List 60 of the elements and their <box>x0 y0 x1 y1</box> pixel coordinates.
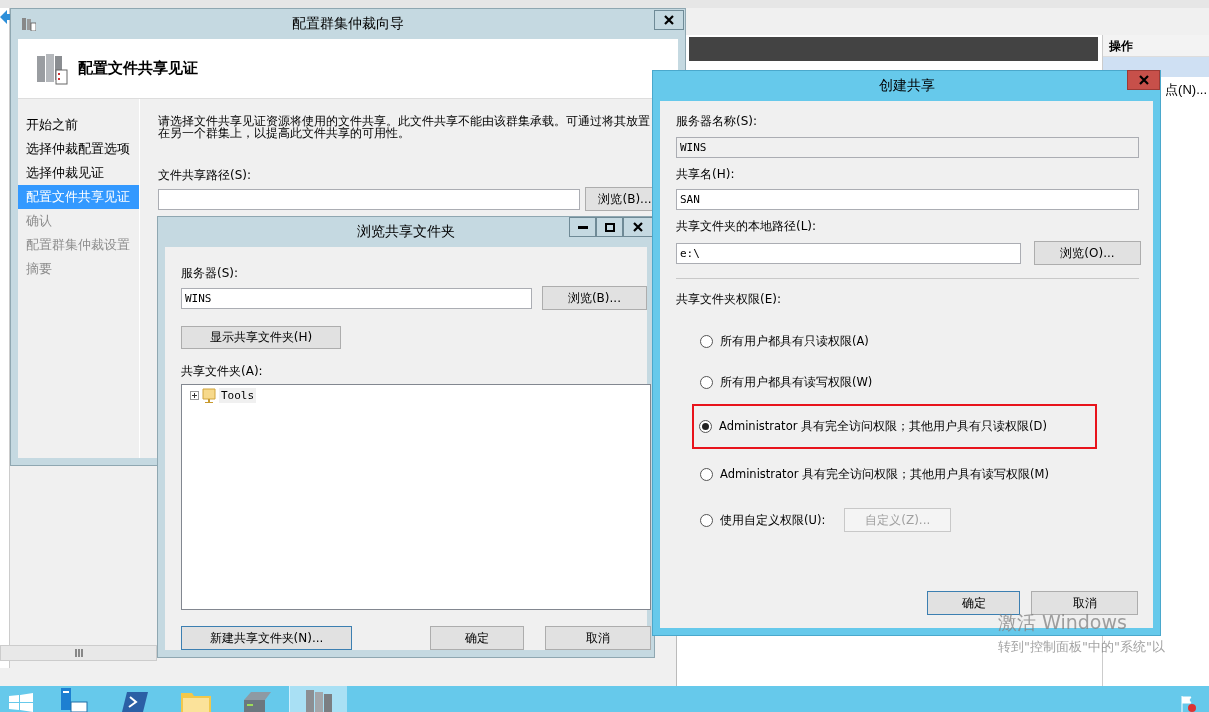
field-label: 共享文件夹的本地路径(L): <box>676 218 818 235</box>
flag-icon[interactable] <box>1179 694 1197 712</box>
actions-header: 操作 <box>1103 35 1209 57</box>
option-label[interactable]: 所有用户都具有只读权限(A) <box>720 334 869 349</box>
close-icon <box>1138 75 1149 85</box>
back-arrow-icon[interactable] <box>0 10 10 24</box>
field-label: 文件共享路径(S): <box>158 167 253 184</box>
server-name-field[interactable]: WINS <box>676 137 1139 158</box>
section-label: 共享文件夹权限(E): <box>676 291 782 308</box>
activation-hint: 转到"控制面板"中的"系统"以 <box>998 638 1165 656</box>
field-label: 共享名(H): <box>676 166 736 183</box>
expander-icon[interactable] <box>190 391 199 401</box>
minimize-icon <box>577 225 588 229</box>
option-label[interactable]: Administrator 具有完全访问权限；其他用户具有读写权限(M) <box>720 467 1049 482</box>
close-icon <box>664 15 674 25</box>
radio-button[interactable] <box>699 420 712 433</box>
maximize-button[interactable] <box>596 217 623 237</box>
browse-button[interactable]: 浏览(B)... <box>541 286 647 310</box>
option-label[interactable]: 使用自定义权限(U): <box>720 512 826 528</box>
page-heading: 配置文件共享见证 <box>78 59 198 78</box>
browse-button[interactable]: 浏览(O)... <box>1034 241 1141 265</box>
wizard-step[interactable]: 选择仲裁配置选项 <box>18 137 139 161</box>
dialog-title: 创建共享 <box>878 77 935 95</box>
window-title: 配置群集仲裁向导 <box>292 15 404 33</box>
cluster-small-icon <box>22 17 36 31</box>
field-label: 共享文件夹(A): <box>181 362 264 380</box>
radio-button[interactable] <box>700 335 713 348</box>
path-input-field[interactable] <box>158 188 580 210</box>
radio-button[interactable] <box>700 376 713 389</box>
description-text: 请选择文件共享见证资源将使用的文件共享。此文件共享不能由该群集承载。可通过将其放置在另一个群集上，以提高此文件共享的可用性。 <box>158 115 651 139</box>
cancel-button[interactable]: 取消 <box>545 626 651 650</box>
close-icon <box>633 222 643 232</box>
wizard-step[interactable]: 开始之前 <box>18 113 139 137</box>
option-label[interactable]: Administrator 具有完全访问权限；其他用户具有只读权限(D) <box>719 419 1047 434</box>
field-label: 服务器(S): <box>181 265 240 282</box>
ok-button[interactable]: 确定 <box>927 591 1020 615</box>
shared-folder-icon <box>201 387 217 404</box>
new-share-button[interactable]: 新建共享文件夹(N)... <box>181 626 352 650</box>
server-input-field[interactable]: WINS <box>181 287 532 309</box>
tree-item[interactable]: Tools <box>219 388 257 404</box>
local-path-field[interactable]: e:\ <box>676 242 1021 264</box>
dialog-title: 浏览共享文件夹 <box>357 223 455 241</box>
radio-button[interactable] <box>700 468 713 481</box>
close-button[interactable] <box>654 10 684 30</box>
scrollbar-grip-icon[interactable] <box>73 649 84 657</box>
ok-button[interactable]: 确定 <box>430 626 524 650</box>
powershell-icon[interactable] <box>121 690 149 712</box>
wizard-step[interactable]: 选择仲裁见证 <box>18 161 139 185</box>
folder-tree[interactable]: Tools <box>181 383 651 610</box>
server-manager-icon[interactable] <box>59 688 89 712</box>
field-label: 服务器名称(S): <box>676 113 759 130</box>
radio-button[interactable] <box>700 513 713 527</box>
option-label[interactable]: 所有用户都具有读写权限(W) <box>720 375 873 390</box>
cancel-button[interactable]: 取消 <box>1031 591 1138 615</box>
show-shares-button[interactable]: 显示共享文件夹(H) <box>181 326 341 349</box>
maximize-icon <box>604 222 615 232</box>
minimize-button[interactable] <box>569 217 596 237</box>
close-button[interactable] <box>623 217 653 237</box>
server-cluster-icon <box>36 52 68 85</box>
share-name-field[interactable]: SAN <box>676 189 1139 210</box>
